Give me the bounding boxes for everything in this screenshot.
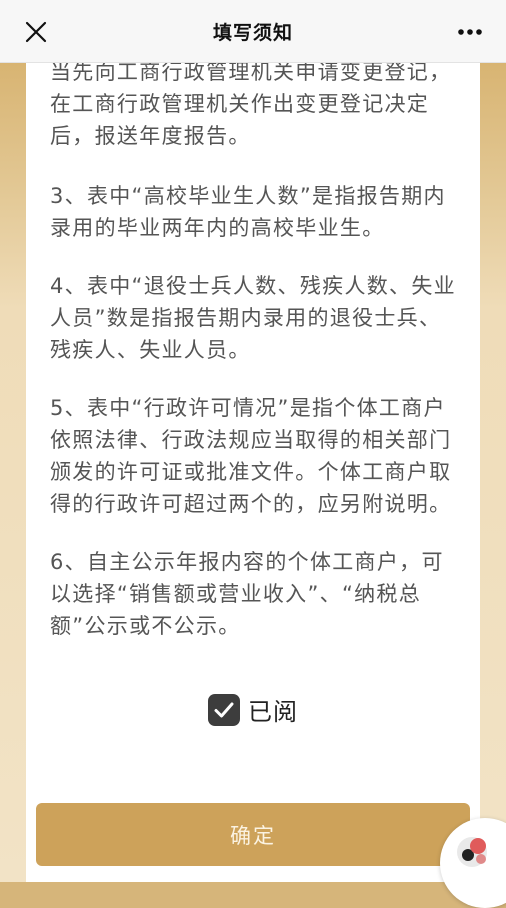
notice-paragraph: 5、表中“行政许可情况”是指个体工商户依照法律、行政法规应当取得的相关部门颁发的… (50, 396, 452, 516)
page-title: 填写须知 (212, 21, 293, 44)
close-button[interactable] (18, 14, 54, 50)
background-right (476, 62, 506, 882)
notice-paragraph: 4、表中“退役士兵人数、残疾人数、失业人员”数是指报告期内录用的退役士兵、残疾人… (50, 274, 456, 362)
more-icon (458, 29, 482, 35)
read-checkbox-label[interactable]: 已阅 (248, 692, 298, 727)
notice-paragraph: 6、自主公示年报内容的个体工商户，可以选择“销售额或营业收入”、“纳税总额”公示… (50, 550, 444, 638)
close-icon (25, 21, 47, 43)
read-checkbox[interactable] (208, 693, 240, 726)
more-button[interactable] (450, 14, 490, 50)
notice-panel: 当先向工商行政管理机关申请变更登记，在工商行政管理机关作出变更登记决定后，报送年… (26, 62, 480, 882)
top-bar: 填写须知 (0, 0, 506, 63)
notice-content: 当先向工商行政管理机关申请变更登记，在工商行政管理机关作出变更登记决定后，报送年… (26, 62, 480, 642)
checkmark-icon (214, 702, 234, 717)
notice-paragraph: 当先向工商行政管理机关申请变更登记，在工商行政管理机关作出变更登记决定后，报送年… (50, 62, 452, 148)
notice-paragraph: 3、表中“高校毕业生人数”是指报告期内录用的毕业两年内的高校毕业生。 (50, 184, 446, 240)
confirm-button[interactable]: 确定 (36, 803, 470, 866)
floating-widget-icon (457, 837, 487, 867)
read-confirmation: 已阅 (26, 692, 480, 727)
